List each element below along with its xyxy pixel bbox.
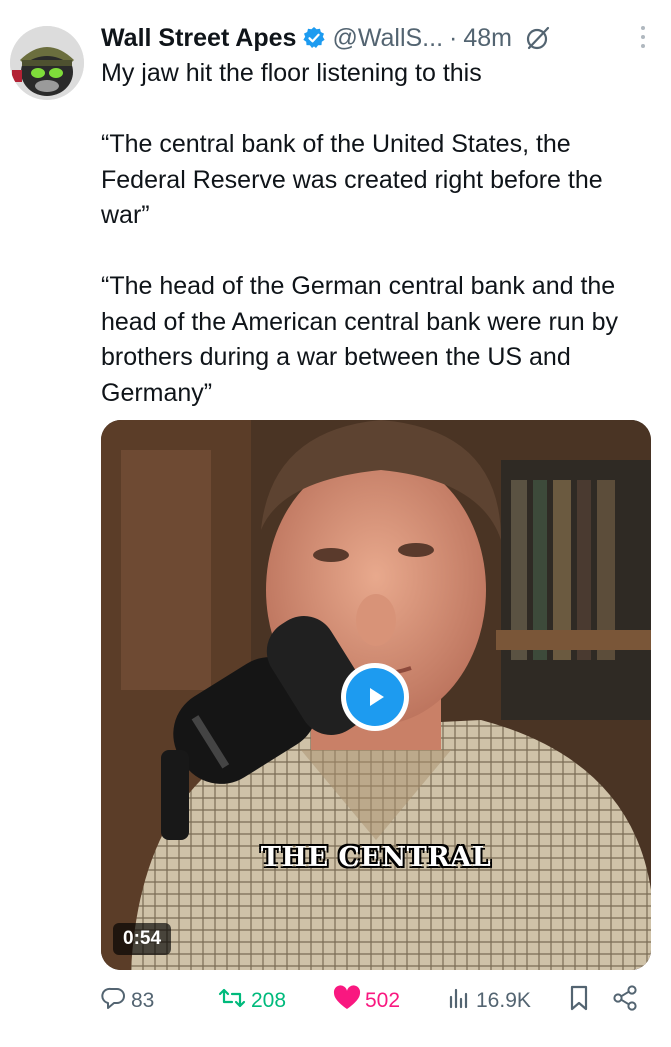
author-name[interactable]: Wall Street Apes xyxy=(101,24,296,53)
share-icon xyxy=(611,984,639,1018)
grok-icon[interactable] xyxy=(524,24,552,52)
retweet-count: 208 xyxy=(251,989,287,1012)
tweet-paragraph: “The head of the German central bank and… xyxy=(101,272,618,407)
heart-icon xyxy=(333,985,361,1017)
separator: · xyxy=(449,23,458,52)
like-count: 502 xyxy=(365,989,401,1012)
tweet[interactable]: Wall Street Apes @WallS... · 48m My jaw … xyxy=(0,0,671,1047)
author-handle[interactable]: @WallS... xyxy=(332,24,443,53)
timestamp[interactable]: 48m xyxy=(463,24,512,53)
verified-badge-icon xyxy=(302,26,326,50)
tweet-paragraph: My jaw hit the floor listening to this xyxy=(101,59,482,87)
views-button[interactable]: 16.9K xyxy=(446,982,531,1020)
reply-button[interactable]: 83 xyxy=(101,982,154,1020)
like-button[interactable]: 502 xyxy=(333,982,400,1020)
tweet-text: My jaw hit the floor listening to this “… xyxy=(101,56,653,411)
retweet-icon xyxy=(217,985,247,1017)
video-duration: 0:54 xyxy=(113,923,172,955)
bookmark-icon xyxy=(567,984,591,1018)
more-options-icon[interactable] xyxy=(641,26,645,48)
bookmark-button[interactable] xyxy=(567,982,591,1020)
views-icon xyxy=(446,985,472,1017)
video-caption: THE CENTRAL xyxy=(260,842,492,873)
tweet-header: Wall Street Apes @WallS... · 48m xyxy=(101,20,651,56)
reply-count: 83 xyxy=(131,989,155,1012)
reply-icon xyxy=(101,985,127,1017)
play-button[interactable] xyxy=(341,663,409,731)
avatar[interactable] xyxy=(10,26,84,100)
views-count: 16.9K xyxy=(476,989,531,1012)
tweet-paragraph: “The central bank of the United States, … xyxy=(101,130,603,229)
retweet-button[interactable]: 208 xyxy=(217,982,286,1020)
share-button[interactable] xyxy=(611,982,639,1020)
action-bar: 83 208 502 16.9K xyxy=(101,982,661,1020)
play-icon xyxy=(346,668,404,726)
